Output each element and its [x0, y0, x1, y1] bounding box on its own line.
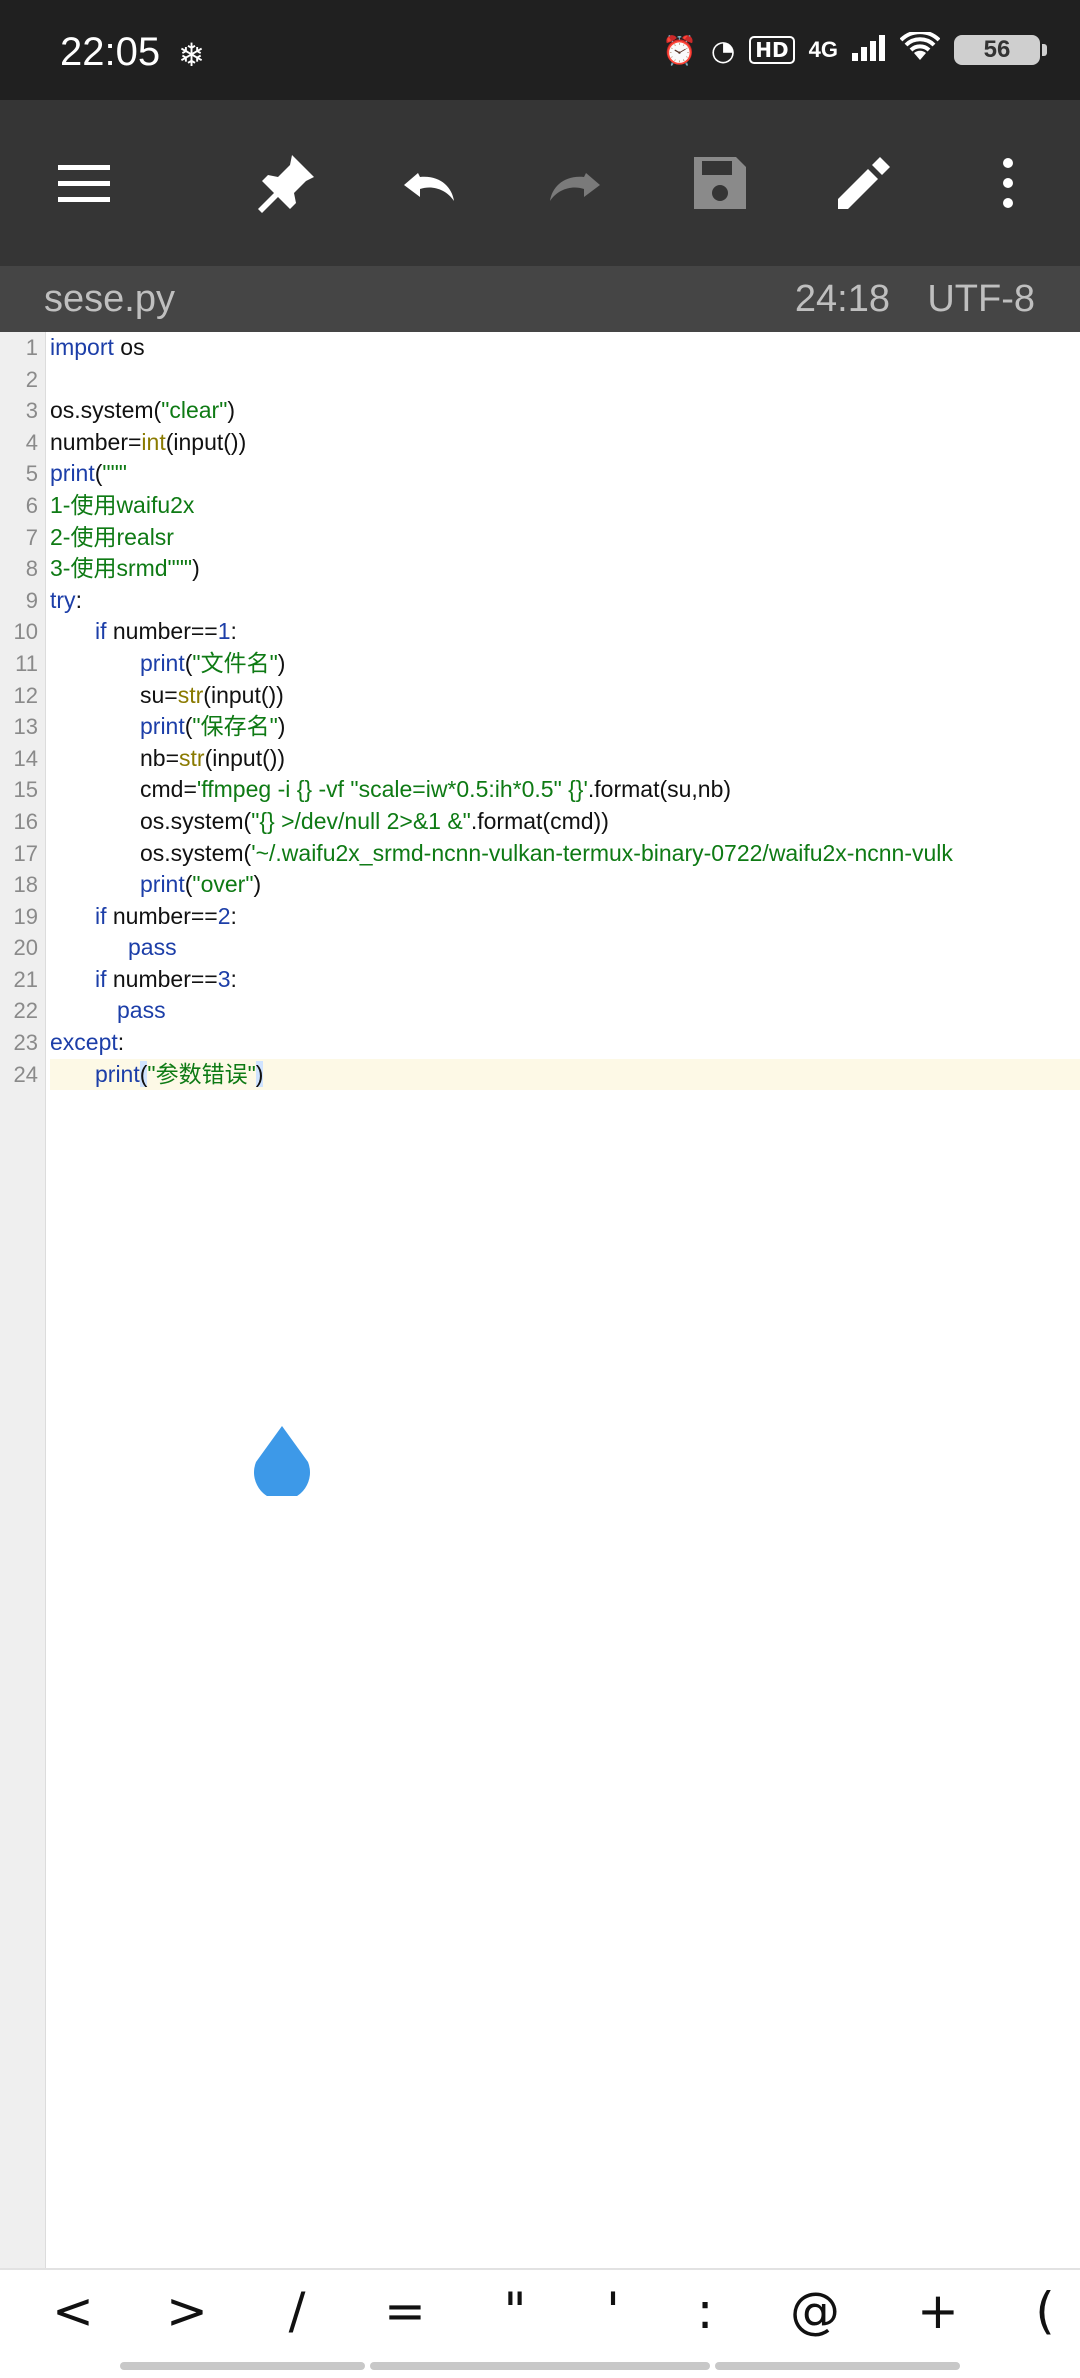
code-line[interactable]: if number==2: — [50, 901, 1080, 933]
code-editor[interactable]: 1 2 3 4 5 6 7 8 9 10 11 12 13 14 15 16 17 18 19 20 21 22 23 24 … — [0, 332, 1080, 2268]
symbol-key[interactable]: = — [370, 2282, 440, 2340]
symbol-key[interactable]: " — [480, 2282, 550, 2340]
symbol-bar: < > / = " ' : @ + ( — [0, 2268, 1080, 2378]
symbol-key[interactable]: : — [670, 2282, 740, 2340]
code-line-current[interactable]: print("参数错误") — [50, 1058, 1080, 1091]
symbol-key[interactable]: + — [903, 2282, 973, 2340]
symbol-key[interactable]: / — [262, 2282, 332, 2340]
code-line[interactable]: 3-使用srmd""") — [50, 553, 1080, 585]
code-line[interactable] — [50, 364, 1080, 396]
symbol-key[interactable]: @ — [780, 2282, 850, 2340]
file-info-bar: sese.py 24:18 UTF-8 — [0, 266, 1080, 332]
snowflake-icon: ❄ — [178, 36, 205, 74]
code-area[interactable]: import os os.system("clear") number=int(… — [50, 332, 1080, 1091]
alarm-icon: ⏰ — [661, 33, 697, 67]
undo-button[interactable] — [380, 133, 480, 233]
symbol-key[interactable]: < — [38, 2282, 108, 2340]
line-number: 14 — [13, 745, 38, 771]
network-type: 4G — [808, 37, 838, 62]
save-icon — [694, 157, 746, 209]
battery-indicator: 56 — [954, 35, 1047, 65]
symbol-key[interactable]: ' — [578, 2282, 648, 2340]
symbol-bar-scroll-segment — [370, 2362, 710, 2370]
code-line[interactable]: except: — [50, 1027, 1080, 1059]
status-icons: ⏰ ◔ HD 4G 56 — [661, 29, 1047, 70]
code-line[interactable]: os.system("{} >/dev/null 2>&1 &".format(… — [50, 806, 1080, 838]
code-line[interactable]: print("文件名") — [50, 648, 1080, 680]
code-line[interactable]: number=int(input()) — [50, 427, 1080, 459]
line-number-gutter: 1 2 3 4 5 6 7 8 9 10 11 12 13 14 15 16 17 18 19 20 21 22 23 24 — [0, 332, 46, 2268]
menu-icon — [58, 165, 110, 202]
line-number: 8 — [25, 556, 38, 582]
line-number: 1 — [25, 335, 38, 360]
line-number: 3 — [25, 398, 38, 424]
code-line[interactable]: 2-使用realsr — [50, 522, 1080, 554]
file-encoding[interactable]: UTF-8 — [927, 278, 1035, 321]
code-line[interactable]: print("保存名") — [50, 711, 1080, 743]
code-line[interactable]: try: — [50, 585, 1080, 617]
line-number: 6 — [25, 492, 38, 518]
code-line[interactable]: pass — [50, 995, 1080, 1027]
symbol-key[interactable]: > — [152, 2282, 222, 2340]
code-line[interactable]: nb=str(input()) — [50, 743, 1080, 775]
line-number: 18 — [13, 872, 38, 898]
code-line[interactable]: if number==3: — [50, 964, 1080, 996]
cursor-position: 24:18 — [794, 278, 890, 320]
toolbar — [0, 100, 1080, 266]
text-caret-handle[interactable] — [250, 1424, 314, 1496]
line-number: 4 — [25, 429, 38, 455]
edit-button[interactable] — [814, 133, 914, 233]
save-button[interactable] — [670, 133, 770, 233]
pin-button[interactable] — [236, 133, 336, 233]
more-options-button[interactable] — [958, 133, 1058, 233]
undo-icon — [404, 173, 454, 201]
line-number: 22 — [13, 998, 38, 1024]
line-number: 13 — [13, 714, 38, 740]
hd-icon: HD — [749, 36, 795, 64]
code-line[interactable]: pass — [50, 932, 1080, 964]
code-line[interactable]: if number==1: — [50, 616, 1080, 648]
line-number: 24 — [13, 1061, 38, 1087]
code-line[interactable]: su=str(input()) — [50, 680, 1080, 712]
code-line[interactable]: cmd='ffmpeg -i {} -vf "scale=iw*0.5:ih*0… — [50, 774, 1080, 806]
code-line[interactable]: os.system("clear") — [50, 395, 1080, 427]
line-number: 17 — [13, 840, 38, 866]
line-number: 10 — [13, 619, 38, 645]
line-number: 12 — [13, 682, 38, 708]
code-line[interactable]: os.system('~/.waifu2x_srmd-ncnn-vulkan-t… — [50, 838, 1080, 870]
status-bar: 22:05 ❄ ⏰ ◔ HD 4G 56 — [0, 0, 1080, 100]
code-line[interactable]: 1-使用waifu2x — [50, 490, 1080, 522]
redo-icon — [550, 173, 600, 201]
line-number: 11 — [15, 650, 38, 676]
status-time: 22:05 — [60, 30, 161, 74]
signal-icon — [852, 33, 886, 68]
menu-button[interactable] — [34, 133, 134, 233]
symbol-bar-scroll-segment — [120, 2362, 365, 2370]
symbol-key[interactable]: ( — [1010, 2282, 1080, 2340]
line-number: 9 — [25, 587, 38, 613]
line-number: 16 — [13, 808, 38, 834]
wifi-icon — [899, 29, 941, 69]
line-number: 21 — [13, 966, 38, 992]
edit-icon — [838, 157, 890, 209]
code-line[interactable]: print("over") — [50, 869, 1080, 901]
line-number: 23 — [13, 1030, 38, 1056]
line-number: 7 — [25, 524, 38, 550]
line-number: 15 — [13, 777, 38, 803]
symbol-bar-scroll-segment — [715, 2362, 960, 2370]
more-icon — [1003, 158, 1013, 208]
code-line[interactable]: import os — [50, 332, 1080, 364]
line-number: 19 — [13, 903, 38, 929]
speedometer-icon: ◔ — [710, 33, 736, 67]
line-number: 5 — [25, 461, 38, 487]
redo-button[interactable] — [524, 133, 624, 233]
line-numbers: 1 2 3 4 5 6 7 8 9 10 11 12 13 14 15 16 17 18 19 20 21 22 23 24 — [0, 332, 38, 1090]
line-number: 20 — [13, 935, 38, 961]
line-number: 2 — [25, 366, 38, 392]
pin-icon — [258, 155, 314, 213]
file-name: sese.py — [44, 278, 175, 320]
code-line[interactable]: print(""" — [50, 458, 1080, 490]
